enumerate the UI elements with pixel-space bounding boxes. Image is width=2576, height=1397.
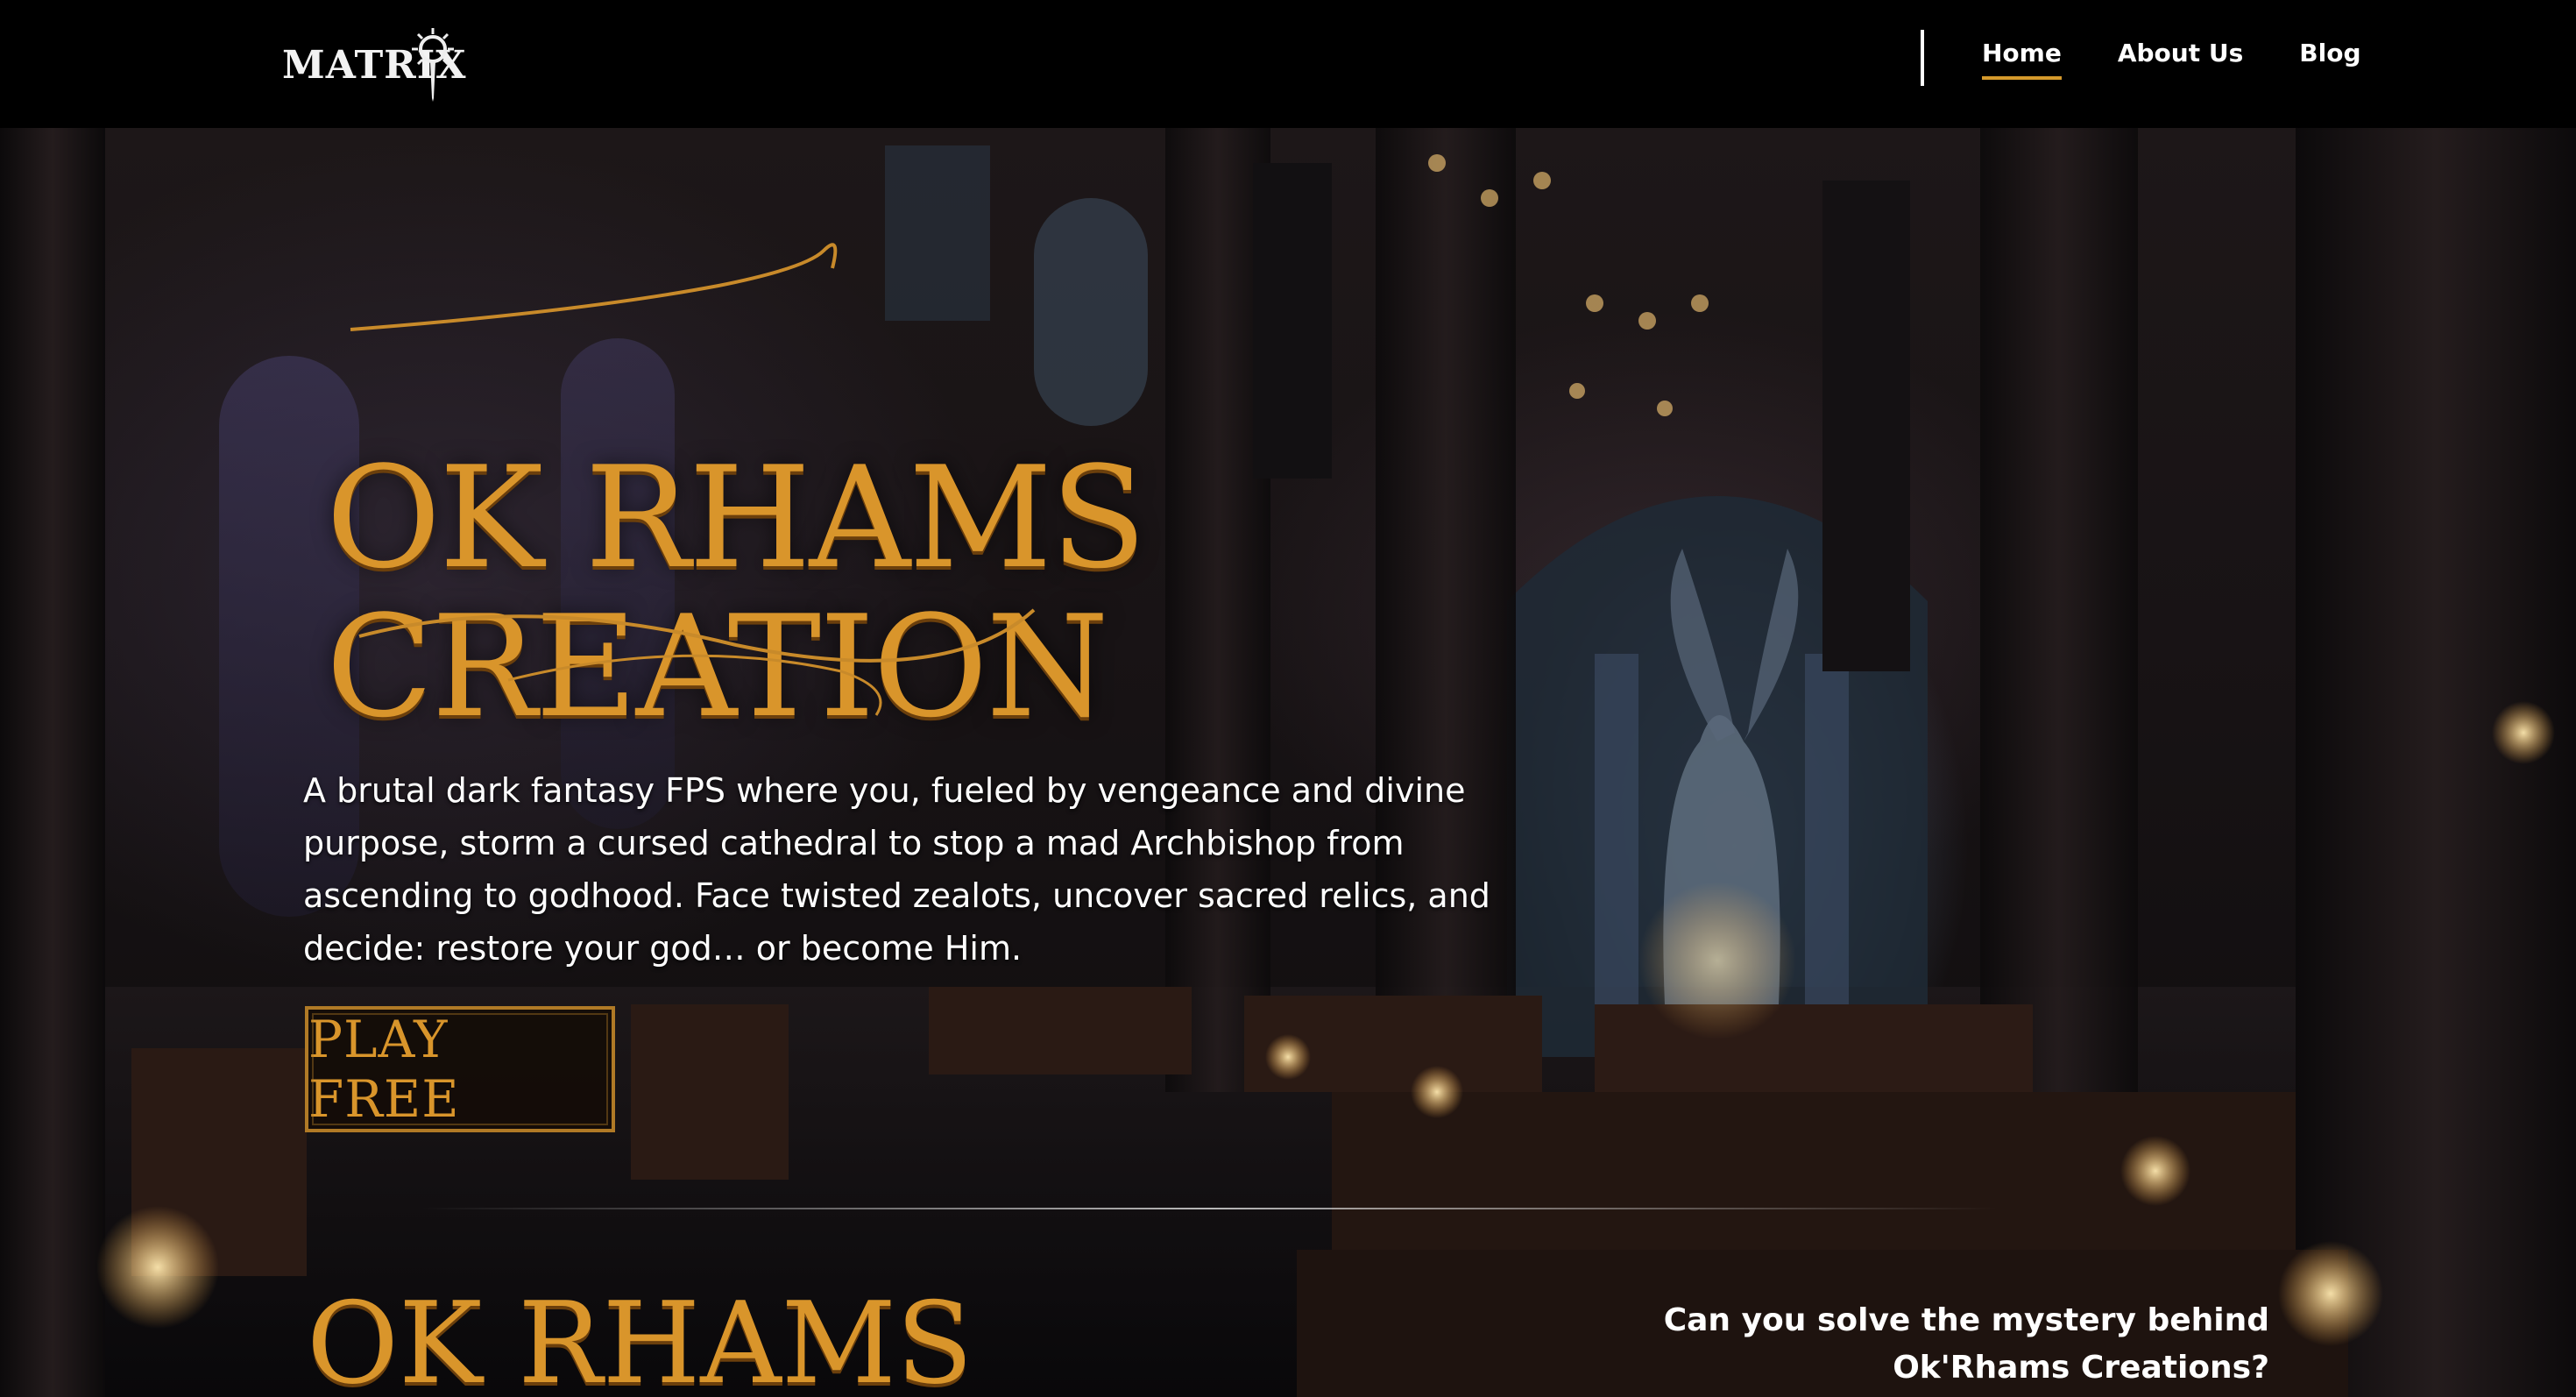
title-flourish-bottom <box>358 608 1036 716</box>
main-nav: Home About Us Blog <box>1982 39 2360 80</box>
title-flourish-top <box>350 243 838 331</box>
nav-blog[interactable]: Blog <box>2299 39 2360 80</box>
hero-section: OK RHAMS CREATION A brutal dark fantasy … <box>0 128 2576 1397</box>
top-navigation-bar: MATRIX Home About Us Blog <box>0 0 2576 128</box>
nav-divider <box>1921 30 1924 86</box>
sun-dagger-icon <box>412 28 454 102</box>
play-free-button[interactable]: PLAY FREE <box>305 1006 615 1132</box>
site-logo[interactable]: MATRIX <box>282 26 465 103</box>
mystery-line-1: Can you solve the mystery behind <box>1663 1302 2269 1338</box>
hero-title-line-1: OK RHAMS <box>326 436 1147 599</box>
section-divider <box>421 1208 1998 1209</box>
mystery-tagline: Can you solve the mystery behind Ok'Rham… <box>1656 1297 2269 1392</box>
nav-about-us[interactable]: About Us <box>2118 39 2243 80</box>
section-title: OK RHAMS <box>307 1279 973 1397</box>
nav-home[interactable]: Home <box>1982 39 2062 80</box>
mystery-line-2: Ok'Rhams Creations? <box>1893 1350 2269 1386</box>
play-free-label: PLAY FREE <box>308 1010 460 1129</box>
hero-description: A brutal dark fantasy FPS where you, fue… <box>303 771 1490 968</box>
